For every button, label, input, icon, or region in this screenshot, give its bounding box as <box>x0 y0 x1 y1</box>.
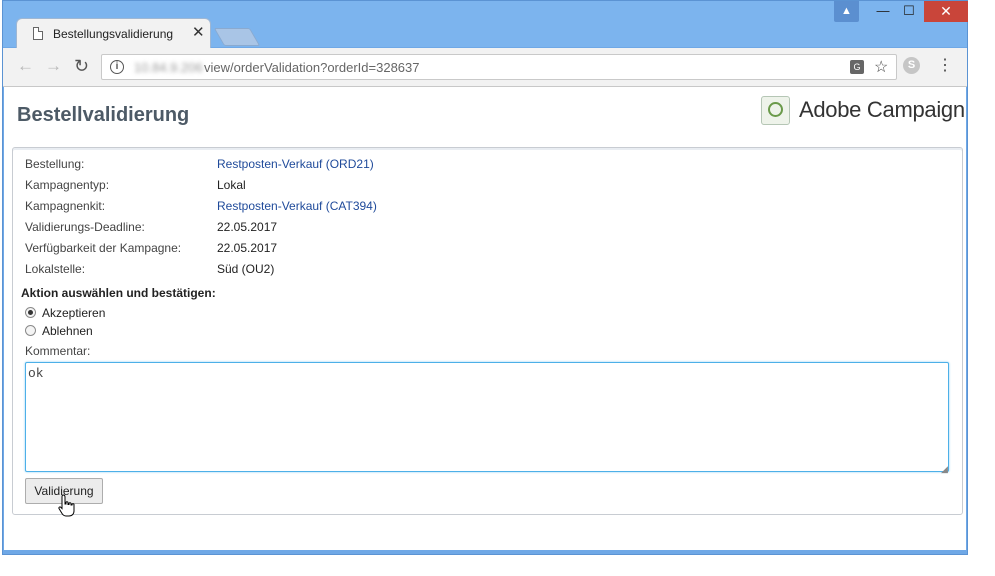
detail-label: Bestellung: <box>25 157 85 171</box>
detail-label: Validierungs-Deadline: <box>25 220 145 234</box>
page-icon <box>33 27 43 40</box>
tab-close-icon[interactable]: ✕ <box>192 25 205 41</box>
address-bar[interactable]: i 10.84.9.206 view/orderValidation?order… <box>101 54 897 80</box>
adobe-campaign-logo-icon <box>761 96 790 125</box>
title-bar: Bestellungsvalidierung ✕ ▲ — ☐ ✕ <box>3 1 968 48</box>
brand-name: Adobe Campaign <box>799 97 965 122</box>
radio-label[interactable]: Ablehnen <box>42 324 93 338</box>
tab-title: Bestellungsvalidierung <box>53 27 174 41</box>
comment-textarea[interactable] <box>25 362 949 472</box>
browser-tab[interactable]: Bestellungsvalidierung ✕ <box>16 18 211 48</box>
hand-pointer-icon <box>58 494 75 517</box>
translate-icon[interactable]: G <box>850 60 864 74</box>
skype-extension-icon[interactable]: S <box>903 57 920 74</box>
action-heading: Aktion auswählen und bestätigen: <box>21 286 216 300</box>
bookmark-star-icon[interactable]: ☆ <box>874 57 888 77</box>
back-arrow-icon[interactable]: ← <box>17 56 34 76</box>
detail-value: Süd (OU2) <box>217 262 275 276</box>
detail-value: 22.05.2017 <box>217 241 278 255</box>
user-profile-icon[interactable]: ▲ <box>834 1 859 22</box>
minimize-button[interactable]: — <box>870 1 896 22</box>
page-viewport: Bestellvalidierung Adobe Campaign Bestel… <box>4 87 966 550</box>
detail-label: Kampagnentyp: <box>25 178 110 192</box>
browser-window: Bestellungsvalidierung ✕ ▲ — ☐ ✕ ← → ↻ i… <box>2 0 968 555</box>
comment-label: Kommentar: <box>25 344 91 358</box>
resize-grip-icon[interactable]: ◢ <box>941 464 948 475</box>
detail-value: Lokal <box>217 178 246 192</box>
url-host: 10.84.9.206 <box>134 60 203 75</box>
order-link[interactable]: Restposten-Verkauf (ORD21) <box>217 157 374 171</box>
detail-label: Kampagnenkit: <box>25 199 106 213</box>
order-validation-form: Bestellung: Restposten-Verkauf (ORD21) K… <box>12 147 963 517</box>
radio-label[interactable]: Akzeptieren <box>42 306 105 320</box>
radio-button-selected[interactable] <box>25 307 36 318</box>
page-title: Bestellvalidierung <box>17 104 190 126</box>
new-tab-button[interactable] <box>213 28 261 46</box>
browser-toolbar: ← → ↻ i 10.84.9.206 view/orderValidation… <box>3 48 967 87</box>
close-window-button[interactable]: ✕ <box>924 1 968 22</box>
site-info-icon[interactable]: i <box>110 60 124 74</box>
forward-arrow-icon[interactable]: → <box>45 56 62 76</box>
campaign-kit-link[interactable]: Restposten-Verkauf (CAT394) <box>217 199 377 213</box>
reload-icon[interactable]: ↻ <box>74 56 89 77</box>
detail-label: Verfügbarkeit der Kampagne: <box>25 241 182 255</box>
radio-button[interactable] <box>25 325 36 336</box>
detail-label: Lokalstelle: <box>25 262 86 276</box>
browser-menu-icon[interactable]: ⋮ <box>937 56 953 76</box>
detail-value: 22.05.2017 <box>217 220 278 234</box>
maximize-button[interactable]: ☐ <box>896 1 922 22</box>
url-path: view/orderValidation?orderId=328637 <box>204 60 420 75</box>
